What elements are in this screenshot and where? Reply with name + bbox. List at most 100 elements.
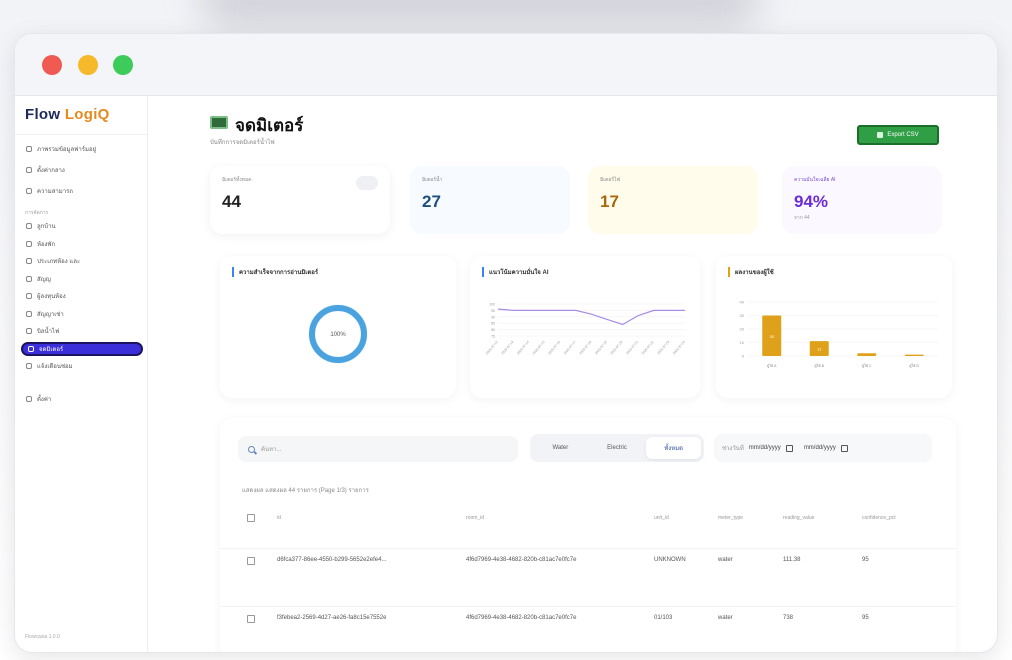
close-window-button[interactable] xyxy=(42,55,62,75)
cell-confidence: 95 xyxy=(862,557,869,563)
cell-reading-value: 738 xyxy=(783,615,794,621)
cell-confidence: 95 xyxy=(862,615,869,621)
grid-icon xyxy=(26,146,32,152)
table-header: id room_id unit_id meter_type reading_va… xyxy=(220,510,956,528)
date-to-input[interactable]: mm/dd/yyyy xyxy=(804,445,836,451)
calendar-icon[interactable] xyxy=(785,444,793,452)
row-checkbox[interactable] xyxy=(247,557,255,565)
search-placeholder: ค้นหา... xyxy=(261,447,282,453)
x-tick-label: 2025-07-13 xyxy=(500,340,514,356)
bar-value-label: 30 xyxy=(770,334,775,339)
sidebar-item-tag[interactable]: ประเภทห้อง และ xyxy=(21,254,143,268)
donut-chart: 100% xyxy=(308,304,368,364)
y-tick-label: 95 xyxy=(491,309,495,313)
gear-icon xyxy=(26,396,32,402)
sidebar-item-label: ตั้งค่า xyxy=(37,397,52,403)
ai-trend-panel: แนวโน้มความมั่นใจ AI 100 95 90 85 80 75 2025-0… xyxy=(470,256,700,398)
sidebar-item-label: ลูกบ้าน xyxy=(37,224,56,230)
stat-label: มิเตอร์ทั้งหมด xyxy=(222,177,252,183)
cell-reading-value: 111.38 xyxy=(783,557,801,563)
sidebar-item-chart[interactable]: ความสามารถ xyxy=(21,184,143,198)
contract-icon xyxy=(26,310,32,317)
filter-all[interactable]: ทั้งหมด xyxy=(646,437,702,459)
column-header-confidence[interactable]: confidence_pct xyxy=(862,515,896,521)
bill-icon xyxy=(26,328,32,334)
download-icon xyxy=(877,132,884,138)
chart-icon xyxy=(26,188,32,194)
x-tick-label: ผู้ใช้ B xyxy=(815,363,825,368)
bar xyxy=(857,353,877,356)
sidebar-item-grid[interactable]: ภาพรวมข้อมูลฟาร์มอยู่ xyxy=(21,142,143,156)
minimize-window-button[interactable] xyxy=(78,55,98,75)
readings-table-card: ค้นหา... Water Electric ทั้งหมด ช่วงวันท… xyxy=(220,418,956,652)
x-tick-label: 2025-07-17 xyxy=(563,340,577,356)
column-header-reading-value[interactable]: reading_value xyxy=(783,515,814,521)
donut-center-label: 100% xyxy=(330,332,346,338)
sidebar-item-settings[interactable]: ตั้งค่า xyxy=(21,392,143,406)
calendar-icon[interactable] xyxy=(840,444,848,452)
bar xyxy=(904,354,924,356)
stat-value: 94% xyxy=(794,192,829,211)
user-icon xyxy=(26,223,32,229)
filter-water[interactable]: Water xyxy=(533,437,588,459)
select-all-checkbox[interactable] xyxy=(247,514,255,522)
y-tick-label: 20 xyxy=(740,327,745,332)
sidebar-item-person[interactable]: ผู้ลงทุนห้อง xyxy=(21,289,143,303)
x-tick-label: 2025-07-24 xyxy=(672,340,686,356)
stat-subtext: จาก 44 xyxy=(794,215,810,221)
y-tick-label: 0 xyxy=(742,354,745,359)
sidebar-item-settings[interactable]: ตั้งค่ากลาง xyxy=(21,163,143,177)
column-header-id[interactable]: id xyxy=(277,515,281,521)
x-tick-label: 2025-07-22 xyxy=(641,340,655,356)
table-summary: แสดงผล แสดงผล 44 รายการ (Page 1/3) รายกา… xyxy=(242,488,369,494)
search-icon xyxy=(248,445,255,453)
sidebar-item-label: ประเภทห้อง และ xyxy=(37,259,81,265)
sidebar-item-label: จดมิเตอร์ xyxy=(39,346,64,353)
sidebar-item-label: ภาพรวมข้อมูลฟาร์มอยู่ xyxy=(37,147,97,153)
file-icon xyxy=(26,275,32,282)
sidebar-item-contract[interactable]: สัญญาเช่า xyxy=(21,307,143,321)
sidebar-item-bell[interactable]: แจ้งเตือนซ่อม xyxy=(21,359,143,373)
maximize-window-button[interactable] xyxy=(113,55,133,75)
app-logo[interactable]: Flow LogiQ xyxy=(25,106,110,123)
table-row[interactable]: d6fca377-86ee-4550-b299-5652e2efe4... 4f… xyxy=(220,548,956,572)
date-range-filter: ช่วงวันที่ mm/dd/yyyy mm/dd/yyyy xyxy=(714,434,932,462)
sidebar-item-label: ตั้งค่ากลาง xyxy=(37,168,65,174)
stat-label: มิเตอร์น้ำ xyxy=(422,177,443,183)
sidebar-item-label: ผู้ลงทุนห้อง xyxy=(37,294,66,300)
x-tick-label: 2025-07-19 xyxy=(594,340,608,356)
filter-electric[interactable]: Electric xyxy=(590,437,645,459)
table-row[interactable]: f3febea2-2569-4d27-ae26-fa8c15e7552e 4f6… xyxy=(220,606,956,630)
logo-text-flow: Flow xyxy=(25,106,65,123)
card-toggle[interactable] xyxy=(356,176,378,190)
app-window: Flow LogiQ ภาพรวมข้อมูลฟาร์มอยู่ตั้งค่าก… xyxy=(14,33,998,653)
sidebar-item-label: สัญญาเช่า xyxy=(37,311,64,318)
export-csv-label: Export CSV xyxy=(887,132,919,138)
column-header-unit-id[interactable]: unit_id xyxy=(654,515,669,521)
y-tick-label: 40 xyxy=(740,300,745,305)
x-tick-label: 2025-07-15 xyxy=(532,340,546,356)
sidebar-item-home[interactable]: ห้องพัก xyxy=(21,237,143,251)
cell-room-id: 4f6d7969-4e38-4682-820b-c81ac7e0fc7e xyxy=(466,615,577,621)
cell-id: d6fca377-86ee-4550-b299-5652e2efe4... xyxy=(277,557,387,563)
column-header-room-id[interactable]: room_id xyxy=(466,515,484,521)
version-label: Flowcasia 1.0.0 xyxy=(25,634,60,640)
y-tick-label: 85 xyxy=(491,322,495,326)
sidebar-item-bill[interactable]: บิลน้ำไฟ xyxy=(21,324,143,338)
date-from-input[interactable]: mm/dd/yyyy xyxy=(749,445,781,451)
row-checkbox[interactable] xyxy=(247,615,255,623)
sidebar-item-meter[interactable]: จดมิเตอร์ xyxy=(21,341,143,356)
x-tick-label: 2025-07-18 xyxy=(578,340,592,356)
column-header-meter-type[interactable]: meter_type xyxy=(718,515,743,521)
tag-icon xyxy=(26,258,32,264)
stat-value: 44 xyxy=(222,192,241,211)
x-tick-label: 2025-07-21 xyxy=(625,340,639,356)
sidebar-item-user[interactable]: ลูกบ้าน xyxy=(21,219,143,233)
y-tick-label: 10 xyxy=(740,340,745,345)
search-input[interactable]: ค้นหา... xyxy=(238,436,518,462)
stat-card-water: มิเตอร์น้ำ 27 xyxy=(410,166,570,234)
settings-icon xyxy=(26,167,32,173)
y-tick-label: 90 xyxy=(491,315,495,319)
export-csv-button[interactable]: Export CSV xyxy=(857,125,939,145)
sidebar-item-file[interactable]: สัญญ xyxy=(21,272,143,286)
